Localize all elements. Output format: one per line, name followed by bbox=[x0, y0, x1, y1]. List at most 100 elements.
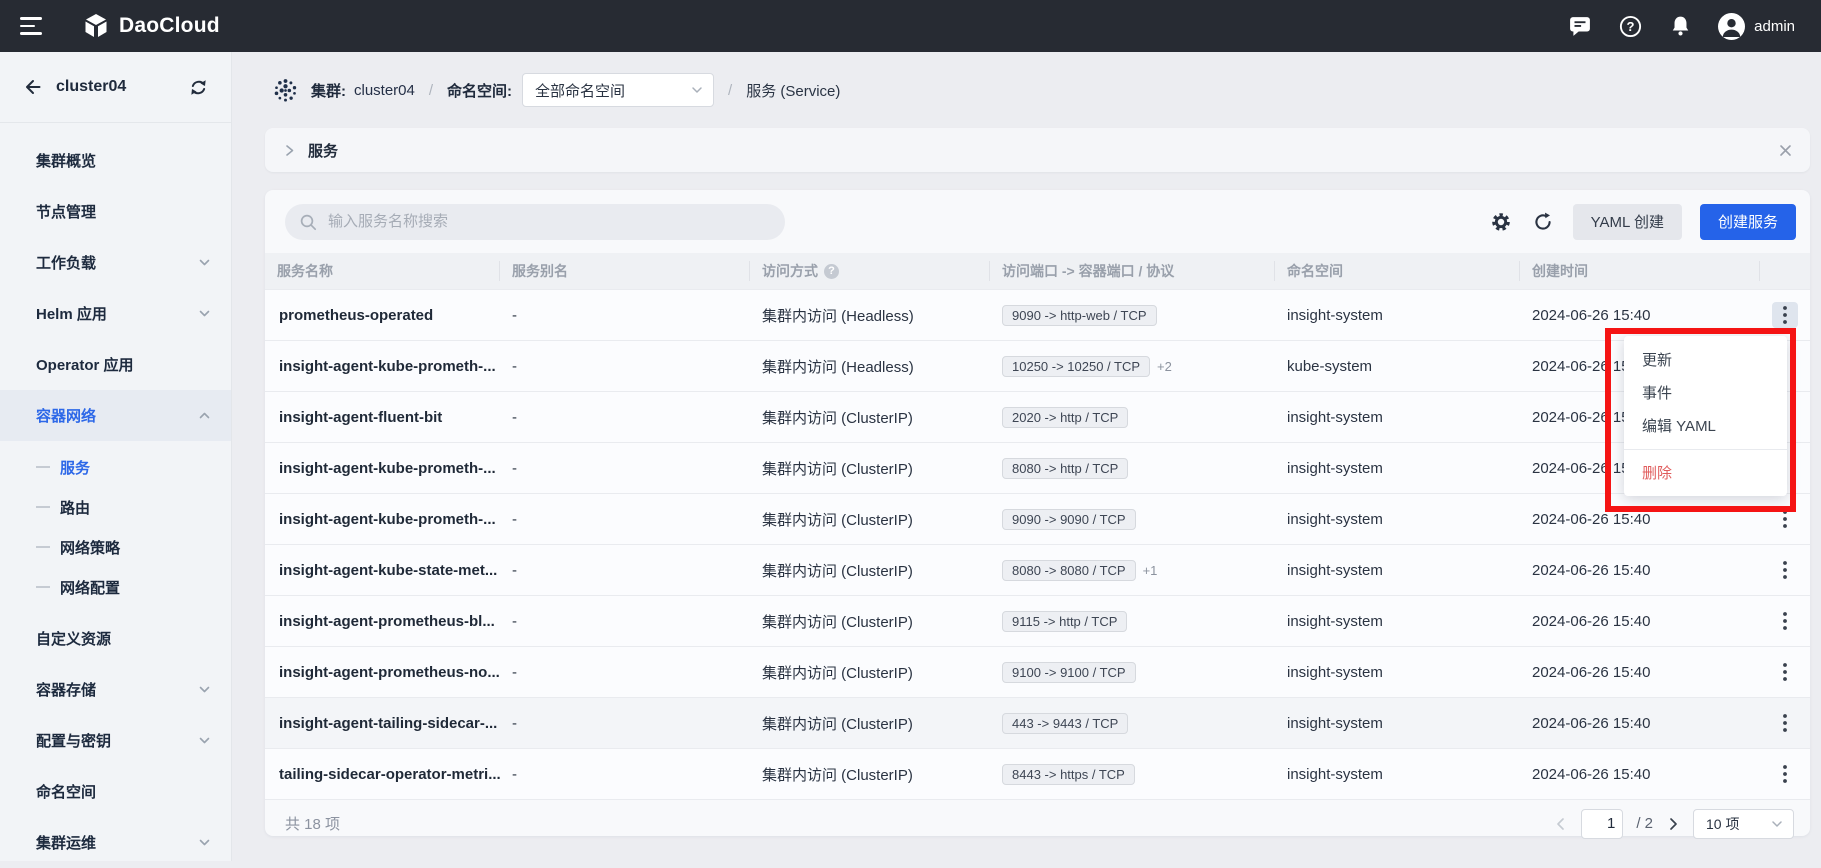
port-cell: 9090 -> 9090 / TCP bbox=[990, 494, 1275, 544]
column-header-4: 访问端口 -> 容器端口 / 协议 bbox=[990, 253, 1275, 289]
sidebar-item-custom-resources[interactable]: 自定义资源 bbox=[0, 613, 231, 664]
chevron-right-icon[interactable] bbox=[283, 144, 296, 157]
sidebar-nav: 集群概览节点管理工作负载Helm 应用 Operator 应用容器网络服务路由网络… bbox=[0, 123, 231, 868]
dash-icon bbox=[36, 586, 50, 588]
sidebar-item-routes[interactable]: 路由 bbox=[0, 487, 231, 527]
menu-item[interactable]: 编辑 YAML bbox=[1624, 409, 1787, 442]
sidebar-item-cluster-ops[interactable]: 集群运维 bbox=[0, 817, 231, 868]
sidebar-item-label: Operator 应用 bbox=[36, 354, 211, 375]
create-service-button[interactable]: 创建服务 bbox=[1700, 204, 1796, 240]
search-icon bbox=[299, 213, 317, 231]
sidebar-item-label: 路由 bbox=[60, 497, 211, 518]
table-row: insight-agent-prometheus-bl...-集群内访问 (Cl… bbox=[265, 595, 1810, 646]
switch-cluster-icon[interactable] bbox=[188, 77, 209, 98]
page-number-input[interactable] bbox=[1581, 809, 1623, 839]
kebab-menu-icon[interactable] bbox=[1772, 506, 1798, 532]
search-box bbox=[285, 204, 785, 240]
menu-item-delete[interactable]: 删除 bbox=[1624, 456, 1787, 489]
page-size-value: 10 项 bbox=[1706, 814, 1771, 834]
sidebar-item-network-policies[interactable]: 网络策略 bbox=[0, 527, 231, 567]
actions-cell bbox=[1760, 494, 1810, 544]
sidebar-item-helm-apps[interactable]: Helm 应用 bbox=[0, 288, 231, 339]
sidebar-item-node-management[interactable]: 节点管理 bbox=[0, 186, 231, 237]
name-cell: prometheus-operated bbox=[265, 290, 500, 340]
prev-page-icon[interactable] bbox=[1554, 817, 1568, 831]
user-menu[interactable]: admin bbox=[1718, 13, 1795, 40]
main-content: 集群: cluster04 / 命名空间: 全部命名空间 / 服务 (Servi… bbox=[232, 52, 1821, 861]
chevron-down-icon bbox=[198, 256, 211, 269]
namespace-cell: insight-system bbox=[1275, 290, 1520, 340]
access-cell: 集群内访问 (ClusterIP) bbox=[750, 596, 990, 646]
actions-cell bbox=[1760, 290, 1810, 340]
sidebar-item-operator-apps[interactable]: Operator 应用 bbox=[0, 339, 231, 390]
breadcrumb-page-label: 服务 (Service) bbox=[746, 80, 840, 101]
sidebar-item-services[interactable]: 服务 bbox=[0, 447, 231, 487]
kebab-menu-icon[interactable] bbox=[1772, 302, 1798, 328]
kebab-menu-icon[interactable] bbox=[1772, 557, 1798, 583]
page-size-select[interactable]: 10 项 bbox=[1693, 809, 1794, 839]
table-row: insight-agent-prometheus-no...-集群内访问 (Cl… bbox=[265, 646, 1810, 697]
sidebar-item-network-config[interactable]: 网络配置 bbox=[0, 567, 231, 607]
namespace-select[interactable]: 全部命名空间 bbox=[522, 73, 714, 107]
avatar bbox=[1718, 13, 1745, 40]
sidebar-item-cluster-overview[interactable]: 集群概览 bbox=[0, 135, 231, 186]
notifications-bell-icon[interactable] bbox=[1668, 14, 1692, 38]
column-help-icon[interactable]: ? bbox=[824, 264, 839, 279]
alias-cell: - bbox=[500, 341, 750, 391]
kebab-menu-icon[interactable] bbox=[1772, 659, 1798, 685]
port-more-count: +2 bbox=[1157, 359, 1172, 374]
sidebar-item-label: 自定义资源 bbox=[36, 628, 211, 649]
sidebar-item-label: 网络策略 bbox=[60, 537, 211, 558]
refresh-icon[interactable] bbox=[1531, 210, 1555, 234]
sidebar-item-workloads[interactable]: 工作负载 bbox=[0, 237, 231, 288]
kebab-menu-icon[interactable] bbox=[1772, 761, 1798, 787]
sidebar: cluster04 集群概览节点管理工作负载Helm 应用 Operator 应用… bbox=[0, 52, 232, 861]
menu-item[interactable]: 事件 bbox=[1624, 376, 1787, 409]
name-cell: insight-agent-prometheus-bl... bbox=[265, 596, 500, 646]
breadcrumb-cluster-value: cluster04 bbox=[354, 82, 415, 99]
namespace-cell: kube-system bbox=[1275, 341, 1520, 391]
dash-icon bbox=[36, 466, 50, 468]
namespace-cell: insight-system bbox=[1275, 647, 1520, 697]
kebab-menu-icon[interactable] bbox=[1772, 608, 1798, 634]
alias-cell: - bbox=[500, 290, 750, 340]
gear-icon[interactable] bbox=[1489, 210, 1513, 234]
menu-item[interactable]: 更新 bbox=[1624, 343, 1787, 376]
access-cell: 集群内访问 (ClusterIP) bbox=[750, 545, 990, 595]
brand-name: DaoCloud bbox=[119, 14, 220, 38]
hamburger-menu-icon[interactable] bbox=[20, 17, 42, 35]
sidebar-item-config-secrets[interactable]: 配置与密钥 bbox=[0, 715, 231, 766]
chevron-down-icon bbox=[198, 836, 211, 849]
actions-cell bbox=[1760, 647, 1810, 697]
alias-cell: - bbox=[500, 392, 750, 442]
namespace-select-value: 全部命名空间 bbox=[535, 80, 691, 101]
page-total: / 2 bbox=[1636, 815, 1653, 832]
brand: DaoCloud bbox=[82, 12, 220, 40]
search-input[interactable] bbox=[326, 212, 771, 231]
port-badge: 443 -> 9443 / TCP bbox=[1002, 713, 1128, 734]
kebab-menu-icon[interactable] bbox=[1772, 710, 1798, 736]
sidebar-item-container-storage[interactable]: 容器存储 bbox=[0, 664, 231, 715]
close-icon[interactable] bbox=[1779, 144, 1792, 157]
access-cell: 集群内访问 (ClusterIP) bbox=[750, 494, 990, 544]
chevron-down-icon bbox=[198, 734, 211, 747]
next-page-icon[interactable] bbox=[1666, 817, 1680, 831]
help-icon[interactable]: ? bbox=[1618, 14, 1642, 38]
cluster-name: cluster04 bbox=[56, 78, 188, 96]
breadcrumb-cluster-label: 集群: bbox=[311, 80, 346, 101]
yaml-create-button[interactable]: YAML 创建 bbox=[1573, 204, 1682, 240]
actions-cell bbox=[1760, 698, 1810, 748]
back-arrow-icon[interactable] bbox=[22, 77, 42, 97]
sidebar-item-namespaces[interactable]: 命名空间 bbox=[0, 766, 231, 817]
created-cell: 2024-06-26 15:40 bbox=[1520, 749, 1760, 799]
port-badge: 8080 -> http / TCP bbox=[1002, 458, 1128, 479]
chevron-down-icon bbox=[691, 84, 703, 96]
pagination: / 2 10 项 bbox=[1554, 809, 1794, 839]
topbar: DaoCloud ? bbox=[0, 0, 1821, 52]
sidebar-item-label: 集群运维 bbox=[36, 832, 198, 853]
sidebar-item-container-network[interactable]: 容器网络 bbox=[0, 390, 231, 441]
column-header-5: 命名空间 bbox=[1275, 253, 1520, 289]
table-row: tailing-sidecar-operator-metri...-集群内访问 … bbox=[265, 748, 1810, 799]
column-header-6: 创建时间 bbox=[1520, 253, 1760, 289]
chat-icon[interactable] bbox=[1568, 14, 1592, 38]
